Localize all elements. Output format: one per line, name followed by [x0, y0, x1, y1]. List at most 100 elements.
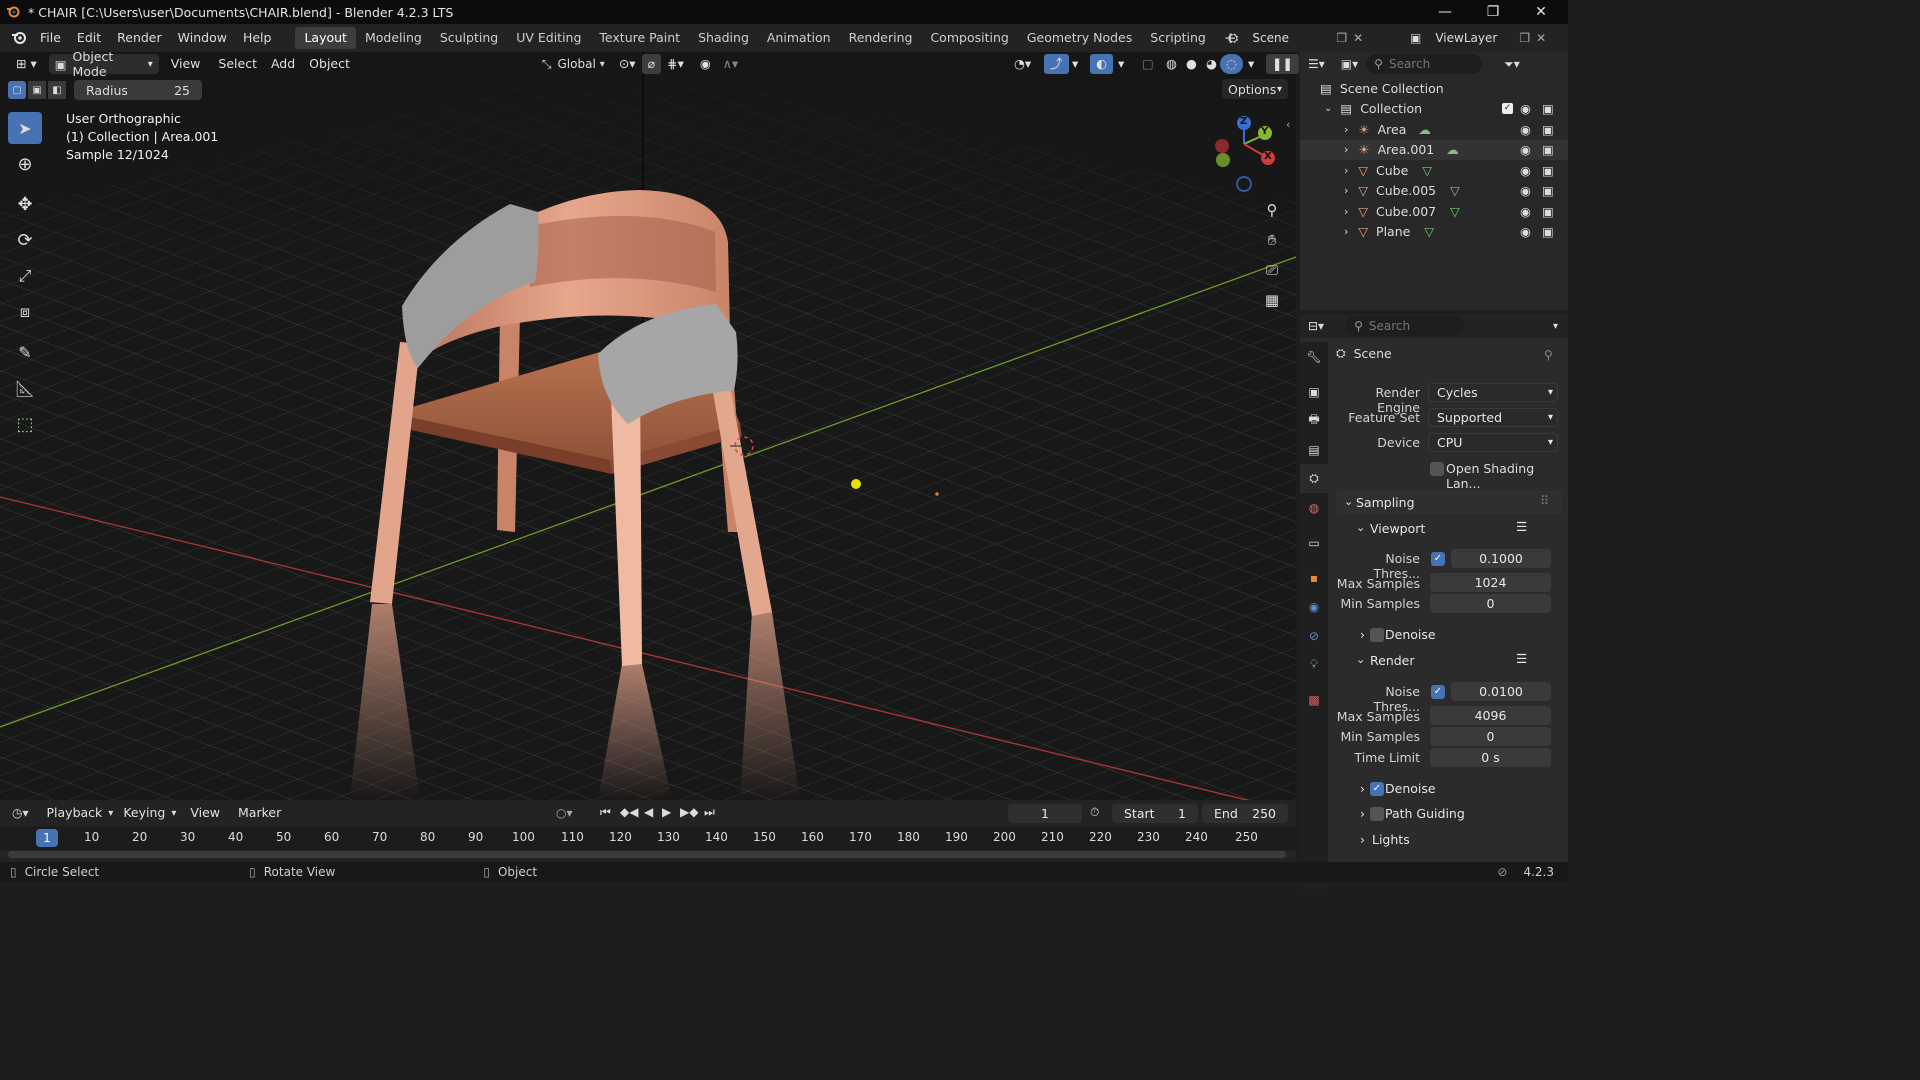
- editor-type-button[interactable]: ⊞ ▾: [10, 54, 43, 74]
- render-min-samples-field[interactable]: 0: [1430, 727, 1551, 746]
- tab-view-layer[interactable]: ▤: [1300, 435, 1328, 464]
- tab-constraints[interactable]: ⊘: [1300, 621, 1328, 650]
- transform-tool-button[interactable]: ⧈: [8, 296, 42, 328]
- start-frame-field[interactable]: Start 1: [1112, 804, 1198, 823]
- render-denoise-checkbox[interactable]: ✓: [1370, 782, 1384, 796]
- chevron-down-icon[interactable]: ▾: [1553, 321, 1558, 332]
- select-tool-button[interactable]: ➤: [8, 112, 42, 144]
- eye-icon[interactable]: ◉: [1520, 183, 1531, 198]
- snap-icon[interactable]: ⌀: [641, 54, 662, 74]
- tab-sculpting[interactable]: Sculpting: [431, 27, 507, 49]
- select-mode-extend-icon[interactable]: ▣: [28, 81, 46, 99]
- menu-file[interactable]: File: [32, 27, 69, 49]
- add-cube-tool-button[interactable]: ⬚: [8, 408, 42, 440]
- scene-collection-row[interactable]: ▤ Scene Collection: [1300, 78, 1568, 99]
- tab-compositing[interactable]: Compositing: [921, 27, 1017, 49]
- chevron-right-icon[interactable]: ›: [1344, 143, 1348, 156]
- render-engine-dropdown[interactable]: Cycles ▾: [1428, 383, 1558, 402]
- pan-button[interactable]: ✋︎: [1258, 226, 1286, 254]
- menu-window[interactable]: Window: [170, 27, 235, 49]
- timeline-view-menu[interactable]: View: [184, 803, 226, 823]
- proportional-edit-icon[interactable]: ◉: [694, 54, 717, 74]
- current-frame-field[interactable]: 1: [1008, 804, 1082, 823]
- render-denoise-label[interactable]: Denoise: [1385, 781, 1436, 796]
- tab-data[interactable]: 💡︎: [1300, 650, 1328, 679]
- mode-selector[interactable]: ▣ Object Mode ▾: [48, 49, 159, 79]
- camera-icon[interactable]: ▣: [1542, 204, 1554, 219]
- tab-geometry-nodes[interactable]: Geometry Nodes: [1018, 27, 1141, 49]
- falloff-icon[interactable]: ∧▾: [717, 54, 744, 74]
- tab-physics[interactable]: ◉: [1300, 592, 1328, 621]
- annotate-tool-button[interactable]: ✎: [8, 336, 42, 368]
- pause-render-icon[interactable]: ❚❚: [1266, 54, 1299, 74]
- tab-shading[interactable]: Shading: [689, 27, 758, 49]
- minimize-button[interactable]: —: [1422, 0, 1468, 24]
- viewport-noise-threshold-field[interactable]: 0.1000: [1451, 549, 1551, 568]
- timeline-scrollbar[interactable]: [8, 851, 1286, 858]
- eye-icon[interactable]: ◉: [1520, 163, 1531, 178]
- outliner-item-area[interactable]: › ☀ Area ☁ ◉ ▣: [1300, 119, 1568, 140]
- select-mode-subtract-icon[interactable]: ◧: [48, 81, 66, 99]
- outliner-item-cube-007[interactable]: › ▽ Cube.007 ▽ ◉ ▣: [1300, 201, 1568, 222]
- feature-set-dropdown[interactable]: Supported ▾: [1428, 408, 1558, 427]
- time-limit-field[interactable]: 0 s: [1430, 748, 1551, 767]
- chevron-right-icon[interactable]: ›: [1344, 123, 1348, 136]
- overlay-toggle-icon[interactable]: ◐: [1090, 54, 1113, 74]
- next-keyframe-icon[interactable]: ▶◆: [680, 805, 698, 819]
- overlay-dropdown-icon[interactable]: ▾: [1112, 54, 1130, 74]
- chevron-right-icon[interactable]: ›: [1344, 184, 1348, 197]
- chevron-right-icon[interactable]: ›: [1344, 164, 1348, 177]
- blender-menu-icon[interactable]: [10, 29, 28, 47]
- properties-editor-icon[interactable]: ⊟▾: [1308, 319, 1324, 333]
- outliner-search[interactable]: ⚲: [1366, 54, 1483, 74]
- properties-search-input[interactable]: [1368, 319, 1453, 333]
- menu-select[interactable]: Select: [212, 54, 263, 74]
- render-noise-threshold-field[interactable]: 0.0100: [1451, 682, 1551, 701]
- tab-texture-paint[interactable]: Texture Paint: [590, 27, 689, 49]
- ortho-toggle-button[interactable]: ▦: [1258, 286, 1286, 314]
- outliner-item-plane[interactable]: › ▽ Plane ▽ ◉ ▣: [1300, 222, 1568, 243]
- camera-icon[interactable]: ▣: [1542, 224, 1554, 239]
- outliner-item-cube[interactable]: › ▽ Cube ▽ ◉ ▣: [1300, 160, 1568, 181]
- play-icon[interactable]: ▶: [662, 805, 671, 819]
- tab-collection[interactable]: ▭: [1300, 528, 1328, 557]
- filter-icon[interactable]: ⏷▾: [1504, 57, 1520, 72]
- tab-scripting[interactable]: Scripting: [1141, 27, 1215, 49]
- osl-checkbox[interactable]: [1430, 462, 1444, 476]
- render-max-samples-field[interactable]: 4096: [1430, 706, 1551, 725]
- outliner-item-cube-005[interactable]: › ▽ Cube.005 ▽ ◉ ▣: [1300, 181, 1568, 202]
- render-subpanel-label[interactable]: Render: [1370, 653, 1415, 668]
- stopwatch-icon[interactable]: ⏱: [1090, 805, 1099, 820]
- timeline-editor-icon[interactable]: ◷▾: [12, 806, 29, 820]
- tab-texture[interactable]: ▩: [1300, 685, 1328, 714]
- viewport-noise-threshold-checkbox[interactable]: ✓: [1431, 552, 1445, 566]
- options-button[interactable]: Options ▾: [1222, 79, 1288, 99]
- render-noise-threshold-checkbox[interactable]: ✓: [1431, 685, 1445, 699]
- device-dropdown[interactable]: CPU ▾: [1428, 433, 1558, 452]
- tab-tool[interactable]: 🔧︎: [1300, 342, 1328, 371]
- radius-field[interactable]: Radius 25: [74, 80, 202, 100]
- eye-icon[interactable]: ◉: [1520, 122, 1531, 137]
- tab-object[interactable]: ▪: [1300, 563, 1328, 592]
- camera-icon[interactable]: ▣: [1542, 142, 1554, 157]
- jump-end-icon[interactable]: ⏭: [704, 805, 715, 820]
- frame-ruler[interactable]: 1 10 20 30 40 50 60 70 80 90 100 110 120…: [0, 826, 1296, 850]
- collection-row[interactable]: ⌄ ▤ Collection ✓ ◉ ▣: [1300, 99, 1568, 120]
- menu-edit[interactable]: Edit: [69, 27, 109, 49]
- outliner-search-input[interactable]: [1388, 57, 1469, 71]
- camera-icon[interactable]: ▣: [1542, 163, 1554, 178]
- playback-menu[interactable]: Playback: [41, 803, 109, 823]
- pin-icon[interactable]: ⚲: [1544, 348, 1553, 362]
- viewport-subpanel-label[interactable]: Viewport: [1370, 521, 1425, 536]
- auto-keying-icon[interactable]: ○▾: [556, 806, 573, 820]
- camera-icon[interactable]: ▣: [1542, 183, 1554, 198]
- pivot-point-icon[interactable]: ⊙▾: [613, 54, 642, 74]
- properties-search[interactable]: ⚲: [1346, 316, 1465, 336]
- viewport-denoise-checkbox[interactable]: [1370, 628, 1384, 642]
- camera-icon[interactable]: ▣: [1542, 122, 1554, 137]
- menu-render[interactable]: Render: [109, 27, 170, 49]
- camera-view-button[interactable]: ⎚: [1258, 256, 1286, 284]
- eye-icon[interactable]: ◉: [1520, 204, 1531, 219]
- new-viewlayer-icon[interactable]: ❐: [1519, 31, 1530, 45]
- snap-target-icon[interactable]: ⋕▾: [661, 54, 690, 74]
